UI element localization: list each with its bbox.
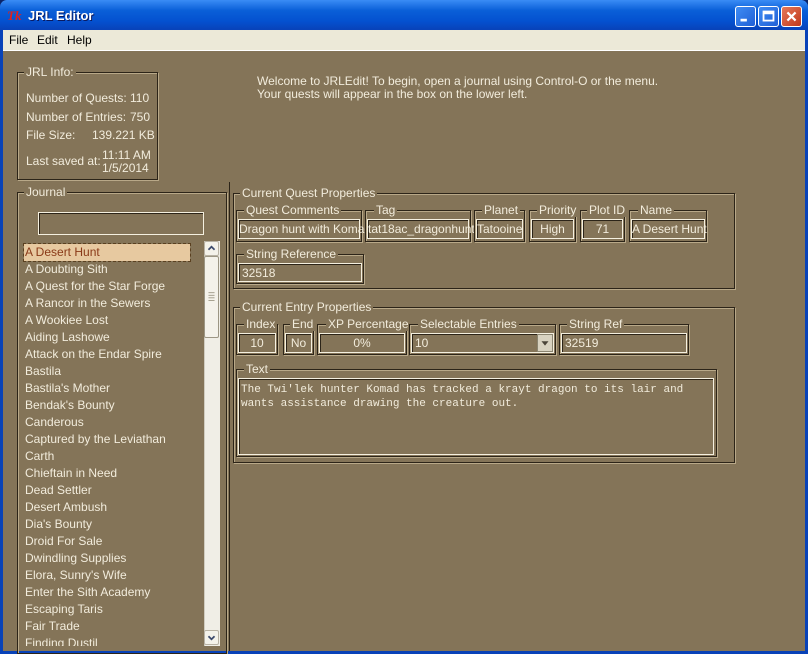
title-bar[interactable] bbox=[0, 0, 808, 30]
quest-list-item[interactable]: A Doubting Sith bbox=[24, 261, 190, 278]
quest-list-item[interactable]: Escaping Taris bbox=[24, 601, 190, 618]
file-size-value: 139.221 KB bbox=[92, 128, 155, 142]
quest-list-item[interactable]: Elora, Sunry's Wife bbox=[24, 567, 190, 584]
quest-comments-field[interactable]: Dragon hunt with Komad bbox=[238, 219, 371, 239]
menu-file[interactable]: File bbox=[9, 33, 28, 47]
quest-list-item[interactable]: A Quest for the Star Forge bbox=[24, 278, 190, 295]
priority-label: Priority bbox=[537, 203, 579, 217]
name-field[interactable]: A Desert Hunt bbox=[631, 219, 707, 239]
last-saved-time: 11:11 AM bbox=[102, 148, 151, 162]
text-label: Text bbox=[244, 362, 271, 376]
entries-label: Number of Entries: bbox=[26, 110, 127, 124]
dropdown-arrow-icon bbox=[541, 341, 549, 346]
grip-icon bbox=[208, 292, 215, 301]
selectable-entries-dropdown-button[interactable] bbox=[537, 334, 553, 352]
string-ref-field[interactable]: 32519 bbox=[561, 333, 687, 353]
quest-list-item[interactable]: Dwindling Supplies bbox=[24, 550, 190, 567]
journal-legend: Journal bbox=[24, 185, 68, 199]
tk-app-icon: Tk bbox=[7, 8, 22, 23]
priority-field[interactable]: High bbox=[531, 219, 574, 239]
file-size-label: File Size: bbox=[26, 128, 76, 142]
chevron-up-icon bbox=[207, 245, 216, 251]
string-reference-field[interactable]: 32518 bbox=[238, 263, 362, 282]
quest-list-item[interactable]: Bastila bbox=[24, 363, 190, 380]
menu-help[interactable]: Help bbox=[67, 33, 92, 47]
end-field[interactable]: No bbox=[285, 333, 312, 353]
chevron-down-icon bbox=[207, 635, 216, 641]
quest-list-item[interactable]: A Rancor in the Sewers bbox=[24, 295, 190, 312]
quest-list-item[interactable]: A Wookiee Lost bbox=[24, 312, 190, 329]
minimize-icon bbox=[740, 18, 747, 22]
maximize-button[interactable] bbox=[758, 6, 779, 27]
quest-list-item[interactable]: Canderous bbox=[24, 414, 190, 431]
quest-list-item[interactable]: Bendak's Bounty bbox=[24, 397, 190, 414]
quest-list-item[interactable]: Enter the Sith Academy bbox=[24, 584, 190, 601]
quest-list-item[interactable]: Droid For Sale bbox=[24, 533, 190, 550]
quest-list-item[interactable]: Dia's Bounty bbox=[24, 516, 190, 533]
pane-divider bbox=[229, 182, 230, 651]
close-icon bbox=[786, 11, 797, 22]
tag-field[interactable]: tat18ac_dragonhunt bbox=[367, 219, 475, 239]
selectable-entries-select[interactable]: 10 bbox=[411, 333, 554, 353]
xp-percentage-field[interactable]: 0% bbox=[319, 333, 405, 353]
quest-list-item[interactable]: Desert Ambush bbox=[24, 499, 190, 516]
welcome-line-1: Welcome to JRLEdit! To begin, open a jou… bbox=[257, 74, 659, 88]
string-reference-label: String Reference bbox=[244, 247, 339, 261]
planet-label: Planet bbox=[482, 203, 521, 217]
quest-list-item[interactable]: Fair Trade bbox=[24, 618, 190, 635]
quest-list-item[interactable]: Attack on the Endar Spire bbox=[24, 346, 190, 363]
scroll-down-button[interactable] bbox=[204, 630, 219, 645]
plot-id-field[interactable]: 71 bbox=[582, 219, 623, 239]
entry-text-line-2: wants assistance drawing the creature ou… bbox=[241, 398, 519, 410]
quest-properties-legend: Current Quest Properties bbox=[240, 186, 378, 200]
menu-edit[interactable]: Edit bbox=[37, 33, 58, 47]
index-field[interactable]: 10 bbox=[238, 333, 276, 353]
minimize-button[interactable] bbox=[735, 6, 756, 27]
entry-text-line-1: The Twi'lek hunter Komad has tracked a k… bbox=[241, 384, 684, 396]
selectable-entries-label: Selectable Entries bbox=[418, 317, 519, 331]
string-ref-label: String Ref bbox=[567, 317, 625, 331]
last-saved-date: 1/5/2014 bbox=[102, 161, 149, 175]
plot-id-label: Plot ID bbox=[587, 203, 628, 217]
quests-label: Number of Quests: bbox=[26, 91, 127, 105]
quest-comments-label: Quest Comments bbox=[244, 203, 342, 217]
welcome-line-2: Your quests will appear in the box on th… bbox=[257, 87, 528, 101]
quest-list-item[interactable]: Carth bbox=[24, 448, 190, 465]
quest-list-item[interactable]: Bastila's Mother bbox=[24, 380, 190, 397]
scroll-up-button[interactable] bbox=[204, 241, 219, 256]
tag-label: Tag bbox=[374, 203, 398, 217]
maximize-icon bbox=[762, 10, 775, 22]
quest-list-item[interactable]: Dead Settler bbox=[24, 482, 190, 499]
scroll-thumb[interactable] bbox=[204, 256, 219, 338]
quest-list-item[interactable]: Chieftain in Need bbox=[24, 465, 190, 482]
entries-value: 750 bbox=[130, 110, 151, 124]
quest-list-item[interactable]: Captured by the Leviathan bbox=[24, 431, 190, 448]
quest-list-item[interactable]: Aiding Lashowe bbox=[24, 329, 190, 346]
xp-percentage-label: XP Percentage bbox=[326, 317, 411, 331]
journal-search-input[interactable] bbox=[38, 212, 204, 235]
window-title: JRL Editor bbox=[28, 8, 94, 23]
quests-value: 110 bbox=[130, 91, 150, 105]
planet-field[interactable]: Tatooine bbox=[476, 219, 523, 239]
close-button[interactable] bbox=[781, 6, 802, 27]
jrl-info-legend: JRL Info: bbox=[24, 65, 76, 79]
quest-list-item[interactable]: Finding Dustil bbox=[24, 635, 190, 646]
menu-bar bbox=[3, 30, 805, 50]
entry-properties-legend: Current Entry Properties bbox=[240, 300, 374, 314]
name-label: Name bbox=[638, 203, 675, 217]
quest-list-item[interactable]: A Desert Hunt bbox=[23, 243, 191, 262]
index-label: Index bbox=[244, 317, 278, 331]
last-saved-label: Last saved at: bbox=[26, 154, 101, 168]
end-label: End bbox=[290, 317, 316, 331]
